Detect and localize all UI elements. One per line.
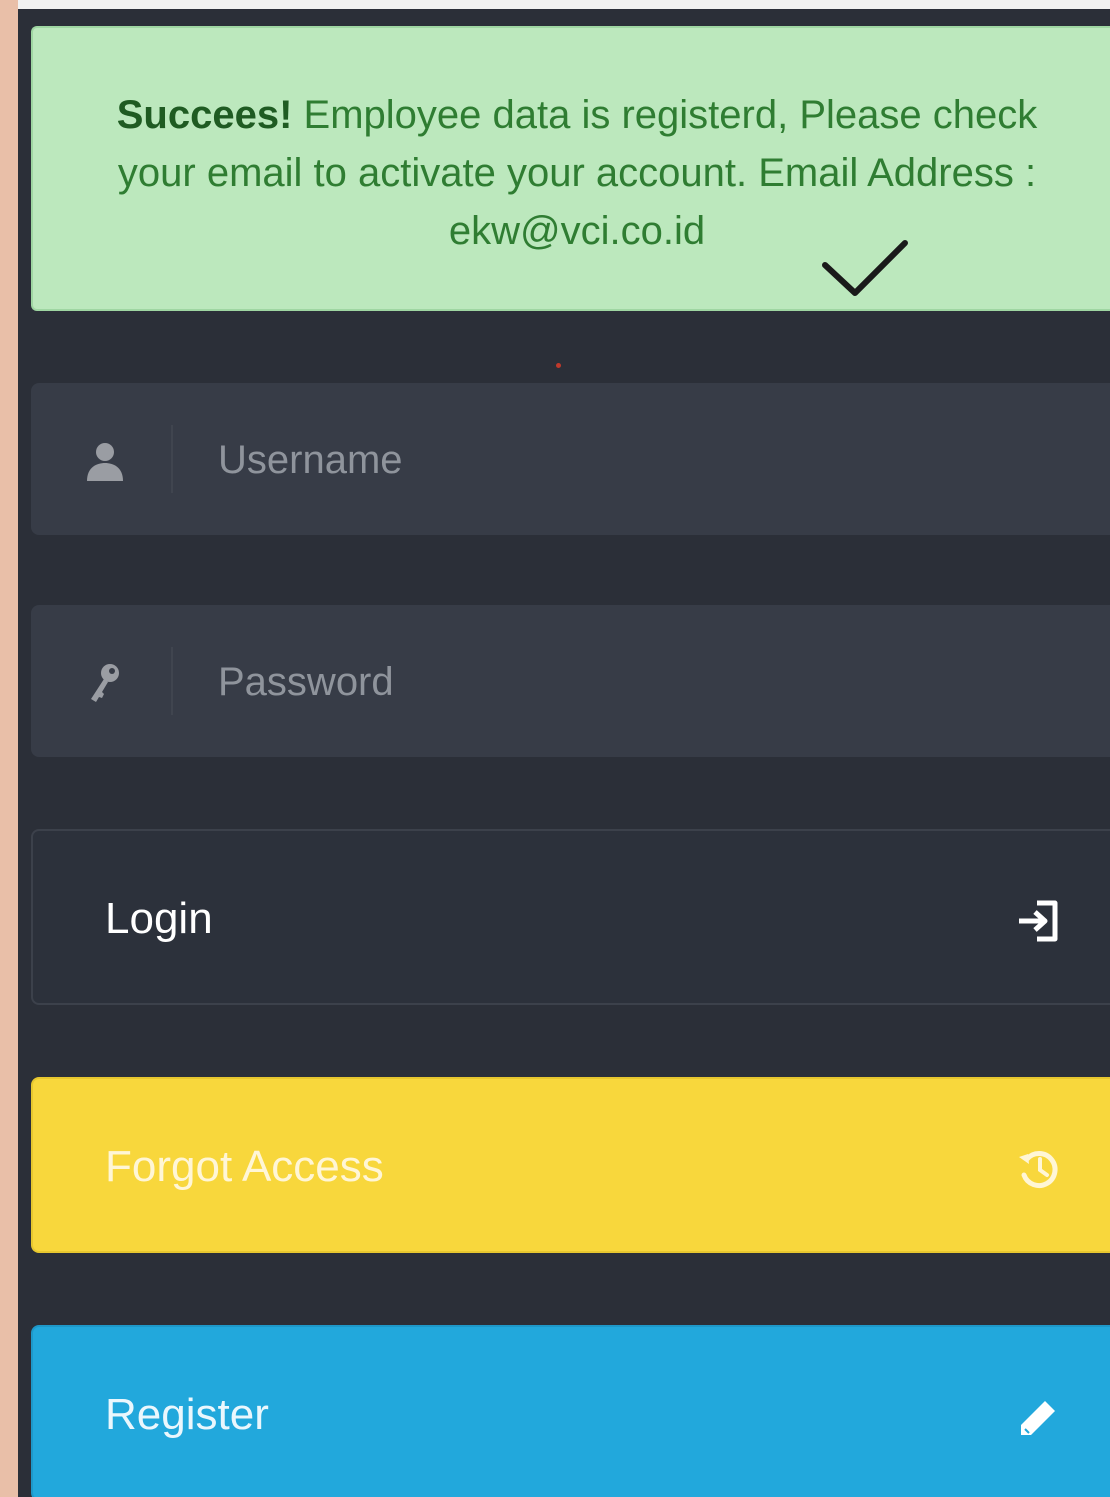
password-input[interactable] bbox=[216, 645, 1100, 719]
login-panel: Succees! Employee data is registerd, Ple… bbox=[18, 9, 1110, 1497]
pencil-icon bbox=[1021, 1401, 1055, 1435]
password-field bbox=[31, 605, 1110, 757]
alert-strong-text: Succees! bbox=[116, 93, 293, 137]
field-divider bbox=[171, 647, 173, 715]
register-button-label: Register bbox=[105, 1390, 269, 1439]
red-dot-mark bbox=[556, 363, 561, 368]
left-background-strip bbox=[0, 0, 18, 1497]
user-icon bbox=[87, 443, 123, 481]
success-alert: Succees! Employee data is registerd, Ple… bbox=[31, 26, 1110, 311]
forgot-access-button-label: Forgot Access bbox=[105, 1142, 384, 1191]
username-field bbox=[31, 383, 1110, 535]
username-input[interactable] bbox=[216, 423, 1100, 497]
sign-in-icon bbox=[1019, 900, 1058, 942]
forgot-access-button[interactable]: Forgot Access bbox=[31, 1077, 1110, 1253]
history-icon bbox=[1019, 1151, 1058, 1189]
login-button-label: Login bbox=[105, 894, 213, 943]
login-button[interactable]: Login bbox=[31, 829, 1110, 1005]
page: Succees! Employee data is registerd, Ple… bbox=[0, 0, 1110, 1497]
field-divider bbox=[171, 425, 173, 493]
checkmark-icon bbox=[822, 240, 908, 296]
top-background-strip bbox=[18, 0, 1110, 9]
alert-email: ekw@vci.co.id bbox=[448, 209, 706, 253]
register-button[interactable]: Register bbox=[31, 1325, 1110, 1497]
key-icon bbox=[91, 664, 119, 702]
